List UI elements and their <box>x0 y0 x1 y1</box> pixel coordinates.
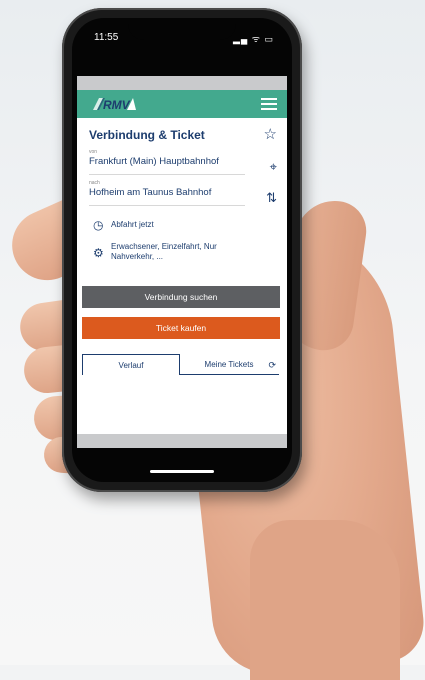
from-label: von <box>89 149 98 155</box>
passenger-text-line1: Erwachsener, Einzelfahrt, Nur <box>111 242 217 251</box>
star-icon[interactable]: ☆ <box>264 125 277 143</box>
gear-icon: ⚙ <box>93 246 104 260</box>
search-connection-button[interactable]: Verbindung suchen <box>82 286 280 308</box>
refresh-icon[interactable]: ⟳ <box>268 354 276 376</box>
to-value[interactable]: Hofheim am Taunus Bahnhof <box>89 187 211 198</box>
location-crosshair-icon[interactable]: ⌖ <box>270 159 277 175</box>
phone-display: 11:55 ▂▄ ᯤ ▭ RMV Verbindung & Ticket ☆ v… <box>72 18 292 482</box>
status-icons: ▂▄ ᯤ ▭ <box>232 34 274 44</box>
tab-my-tickets-label: Meine Tickets <box>204 360 254 369</box>
departure-text: Abfahrt jetzt <box>111 220 154 229</box>
phone-frame: 11:55 ▂▄ ᯤ ▭ RMV Verbindung & Ticket ☆ v… <box>62 8 302 492</box>
status-time: 11:55 <box>94 32 119 43</box>
tab-my-tickets[interactable]: Meine Tickets <box>179 354 279 375</box>
rmv-logo[interactable]: RMV <box>91 96 137 112</box>
clock-icon: ◷ <box>93 218 104 232</box>
departure-option[interactable]: ◷ Abfahrt jetzt <box>89 216 275 240</box>
phone-notch <box>128 18 236 40</box>
to-field[interactable]: nach Hofheim am Taunus Bahnhof <box>89 175 245 206</box>
top-bar <box>77 76 287 90</box>
svg-text:RMV: RMV <box>103 98 131 112</box>
from-field[interactable]: von Frankfurt (Main) Hauptbahnhof <box>89 144 245 175</box>
from-value[interactable]: Frankfurt (Main) Hauptbahnhof <box>89 156 219 167</box>
tab-history[interactable]: Verlauf <box>82 354 180 375</box>
home-indicator[interactable] <box>150 470 214 473</box>
page-title: Verbindung & Ticket <box>89 128 205 142</box>
swap-arrows-icon[interactable]: ⇅ <box>266 190 277 206</box>
hamburger-menu-icon[interactable] <box>261 98 277 110</box>
buy-ticket-button[interactable]: Ticket kaufen <box>82 317 280 339</box>
passenger-option[interactable]: ⚙ Erwachsener, Einzelfahrt, Nur Nahverke… <box>89 242 275 272</box>
hand-wrist <box>250 520 400 680</box>
tab-bar: Verlauf Meine Tickets ⟳ <box>82 354 280 376</box>
bottom-bar <box>77 434 287 448</box>
passenger-text-line2: Nahverkehr, ... <box>111 252 164 261</box>
app-header: RMV <box>77 90 287 118</box>
app-screen: RMV Verbindung & Ticket ☆ von Frankfurt … <box>77 76 287 448</box>
to-label: nach <box>89 180 100 186</box>
